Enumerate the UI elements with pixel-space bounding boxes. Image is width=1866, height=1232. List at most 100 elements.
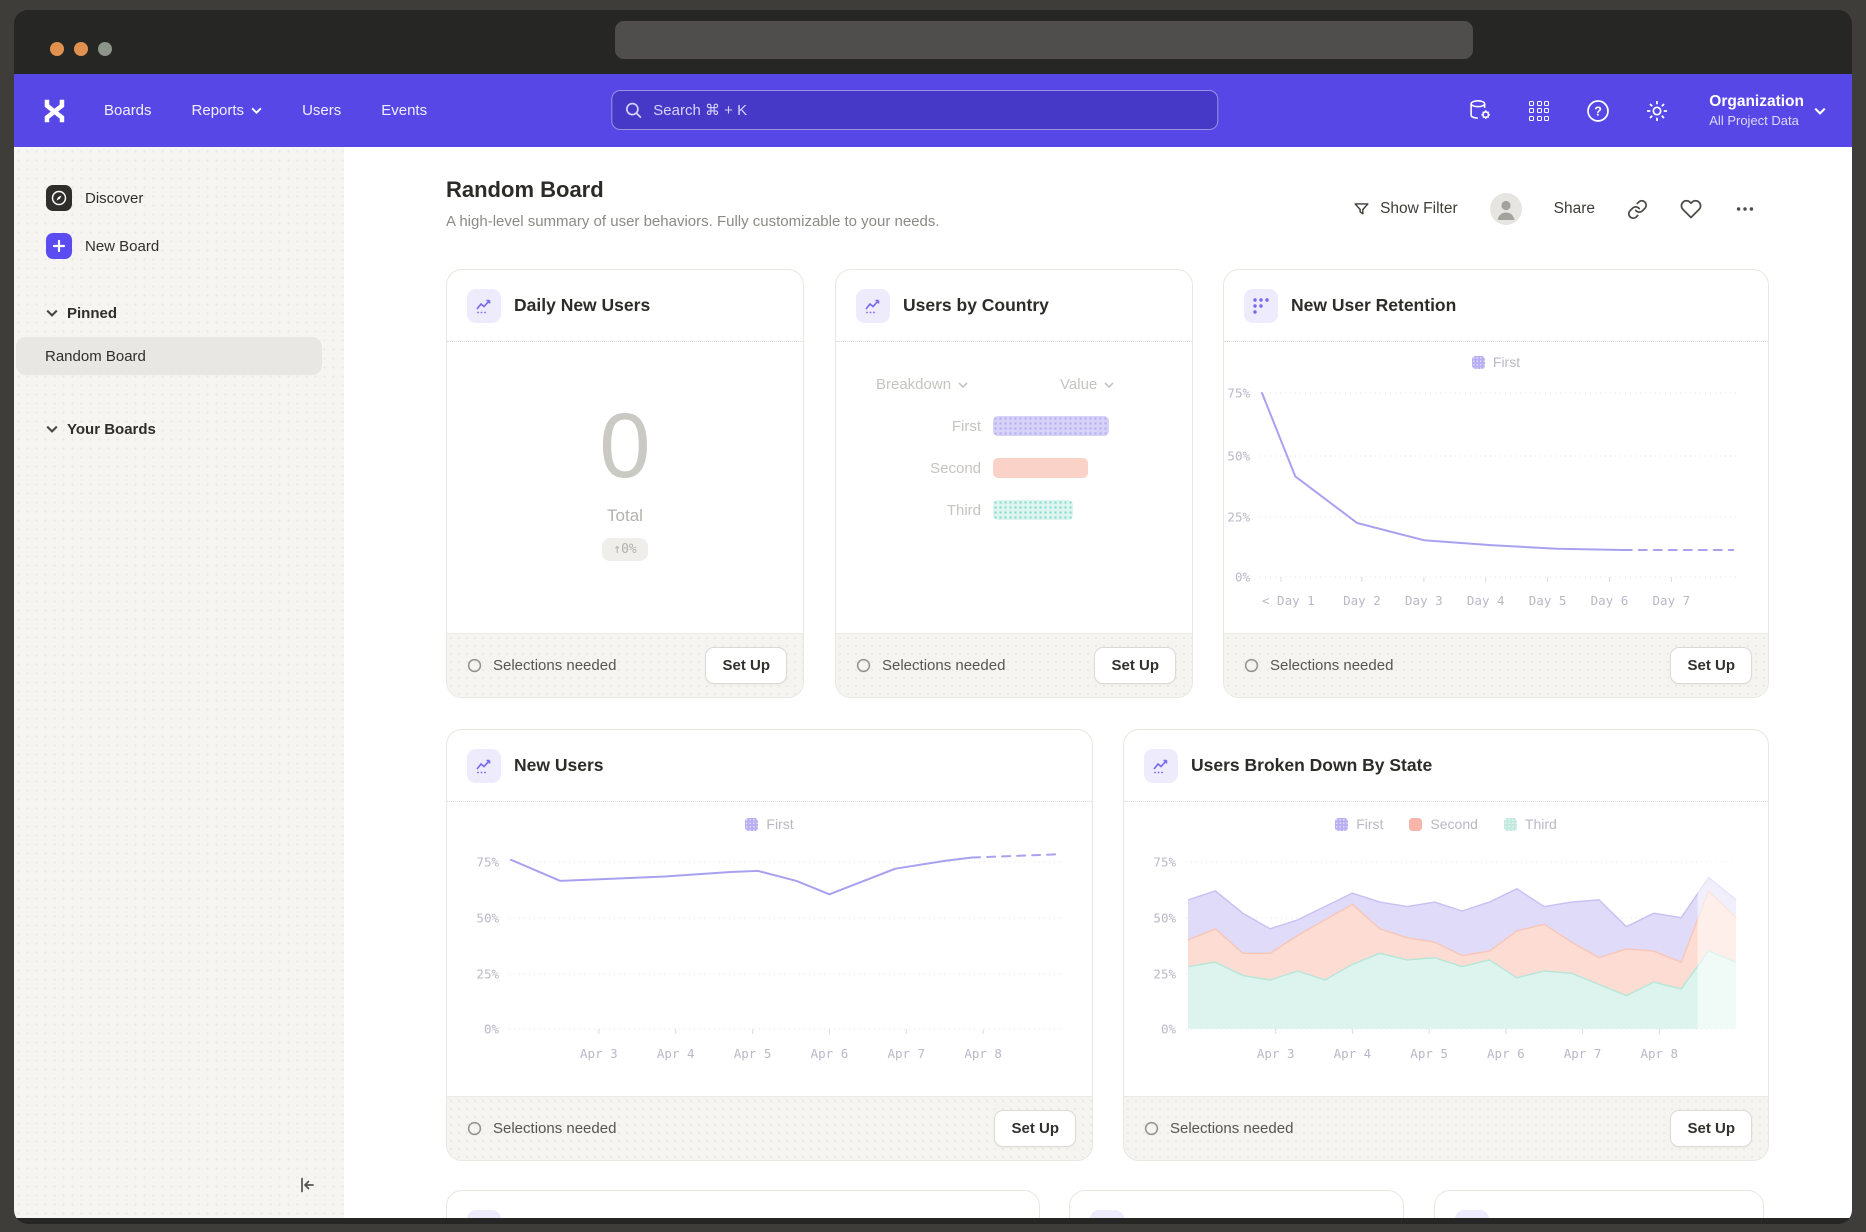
status-circle-icon [467, 1121, 482, 1136]
card-header: New Users [447, 730, 1092, 802]
mixpanel-logo-icon[interactable] [40, 96, 70, 126]
org-name: Organization [1709, 93, 1804, 111]
copy-link-icon[interactable] [1627, 199, 1648, 220]
svg-text:Apr 7: Apr 7 [1564, 1046, 1602, 1061]
svg-text:?: ? [1594, 104, 1602, 118]
metric-value: 0 [447, 400, 803, 492]
chevron-down-icon [46, 425, 58, 433]
breakdown-row-label: First [836, 418, 981, 435]
org-project: All Project Data [1709, 113, 1804, 128]
sidebar-item-random-board[interactable]: Random Board [16, 337, 322, 375]
breakdown-label: Breakdown [876, 376, 951, 393]
svg-text:75%: 75% [1227, 386, 1250, 401]
status-circle-icon [1144, 1121, 1159, 1136]
line-chart-icon [1455, 1210, 1489, 1218]
board-area: Random Board A high-level summary of use… [344, 147, 1852, 1218]
line-chart-icon [856, 289, 890, 323]
nav-reports-label: Reports [192, 102, 245, 119]
card-body: Breakdown Value First Second Third [836, 342, 1192, 635]
state-area-chart: FirstSecondThird75%50%25%0%Apr 3Apr 4Apr… [1124, 802, 1768, 1098]
set-up-button[interactable]: Set Up [1094, 647, 1176, 684]
breakdown-bar [993, 458, 1088, 478]
breakdown-row-label: Second [836, 460, 981, 477]
svg-text:75%: 75% [1153, 855, 1176, 870]
svg-text:Apr 8: Apr 8 [964, 1046, 1002, 1061]
svg-text:Day 5: Day 5 [1529, 593, 1567, 608]
sidebar: Discover New Board Pinned Random Board [14, 147, 344, 1218]
data-management-icon[interactable] [1467, 98, 1493, 124]
settings-gear-icon[interactable] [1644, 98, 1670, 124]
share-button[interactable]: Share [1554, 200, 1595, 218]
card-header: Daily New Users [447, 270, 803, 342]
address-bar[interactable] [615, 21, 1473, 59]
show-filter-button[interactable]: Show Filter [1352, 200, 1458, 219]
search-bar[interactable] [611, 90, 1218, 130]
svg-text:Day 6: Day 6 [1591, 593, 1629, 608]
svg-text:0%: 0% [1161, 1022, 1177, 1037]
svg-text:Day 7: Day 7 [1653, 593, 1691, 608]
nav-item-boards[interactable]: Boards [104, 102, 152, 119]
card-title: Insights Report [1137, 1217, 1265, 1219]
set-up-button[interactable]: Set Up [1670, 647, 1752, 684]
page-title: Random Board [446, 177, 604, 203]
your-boards-label: Your Boards [67, 421, 156, 438]
line-chart-icon [467, 289, 501, 323]
card-footer: Selections needed Set Up [1124, 1096, 1768, 1160]
card-header: New User Retention [1224, 270, 1768, 342]
metric-label: Total [447, 506, 803, 526]
breakdown-dropdown[interactable]: Breakdown [876, 376, 968, 393]
sidebar-item-discover[interactable]: Discover [14, 185, 344, 211]
nav-item-users[interactable]: Users [302, 102, 341, 119]
sidebar-item-new-board[interactable]: New Board [14, 233, 344, 259]
card-header: Users Broken Down By State [1124, 730, 1768, 802]
nav-item-reports[interactable]: Reports [192, 102, 263, 119]
window-zoom-button[interactable] [98, 42, 112, 56]
sidebar-section-your-boards[interactable]: Your Boards [14, 419, 344, 439]
pinned-label: Pinned [67, 305, 117, 322]
sidebar-section-pinned[interactable]: Pinned [14, 303, 344, 323]
chevron-down-icon [46, 309, 58, 317]
line-chart-icon [1090, 1210, 1124, 1218]
page-subtitle: A high-level summary of user behaviors. … [446, 213, 940, 230]
set-up-button[interactable]: Set Up [705, 647, 787, 684]
card-users-by-country: Users by Country Breakdown Value [835, 269, 1193, 698]
org-switcher[interactable]: Organization All Project Data [1709, 93, 1826, 128]
svg-text:Day 4: Day 4 [1467, 593, 1505, 608]
breakdown-bars: First Second Third [836, 416, 1192, 542]
card-footer: Selections needed Set Up [447, 1096, 1092, 1160]
search-input[interactable] [653, 102, 1205, 119]
set-up-button[interactable]: Set Up [1670, 1110, 1752, 1147]
retention-grid-icon [1244, 289, 1278, 323]
nav-menu: Boards Reports Users Events [104, 102, 427, 119]
card-title: Users by Country [903, 295, 1049, 316]
favorite-heart-icon[interactable] [1680, 198, 1702, 220]
plus-icon [46, 233, 72, 259]
card-new-users: New Users First75%50%25%0%Apr 3Apr 4Apr … [446, 729, 1093, 1161]
status-text: Selections needed [882, 657, 1005, 674]
new-board-label: New Board [85, 238, 159, 255]
svg-text:Day 2: Day 2 [1343, 593, 1381, 608]
svg-text:50%: 50% [1153, 911, 1176, 926]
window-close-button[interactable] [50, 42, 64, 56]
window-minimize-button[interactable] [74, 42, 88, 56]
card-title: Stacked Line Graph [514, 1217, 678, 1219]
line-chart-icon [467, 1210, 501, 1218]
avatar[interactable] [1490, 193, 1522, 225]
window-controls [50, 42, 112, 56]
status-text: Selections needed [493, 1120, 616, 1137]
status-circle-icon [856, 658, 871, 673]
help-icon[interactable]: ? [1585, 98, 1611, 124]
apps-grid-icon[interactable] [1526, 98, 1552, 124]
value-dropdown[interactable]: Value [1060, 376, 1114, 393]
card-active-users: Active Users [1434, 1190, 1764, 1218]
chevron-down-icon [251, 107, 262, 114]
share-label: Share [1554, 200, 1595, 218]
set-up-button[interactable]: Set Up [994, 1110, 1076, 1147]
card-stacked-line-graph: Stacked Line Graph [446, 1190, 1040, 1218]
nav-users-label: Users [302, 102, 341, 119]
breakdown-row-label: Third [836, 502, 981, 519]
more-options-icon[interactable] [1734, 198, 1756, 220]
chevron-down-icon [958, 382, 968, 388]
nav-item-events[interactable]: Events [381, 102, 427, 119]
collapse-sidebar-icon[interactable] [296, 1174, 318, 1196]
